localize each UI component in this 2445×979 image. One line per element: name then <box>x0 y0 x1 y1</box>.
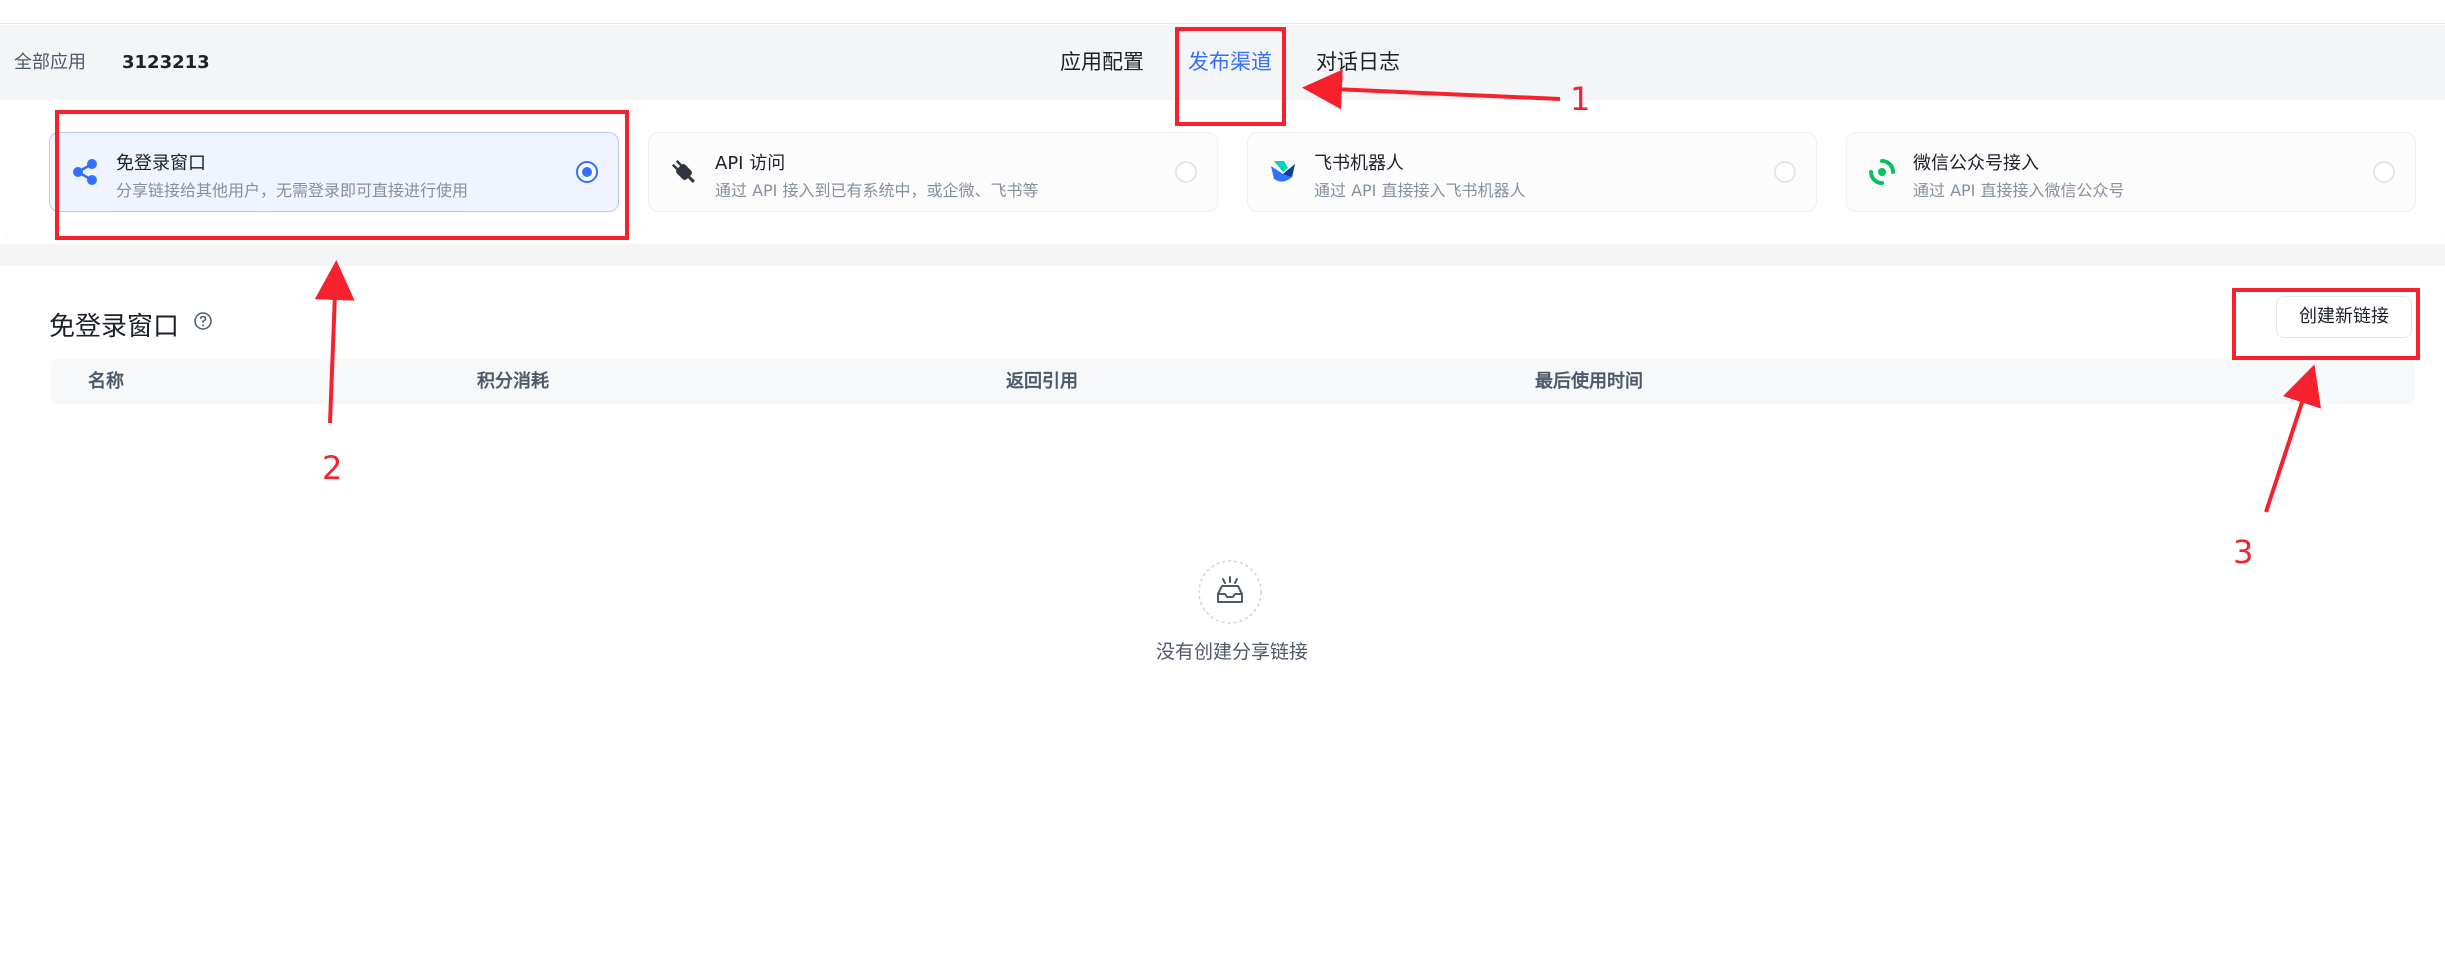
tab-chat-logs[interactable]: 对话日志 <box>1316 25 1400 100</box>
annotation-number-2: 2 <box>322 449 343 487</box>
channel-radio[interactable] <box>2373 161 2395 183</box>
channel-desc: 通过 API 接入到已有系统中，或企微、飞书等 <box>715 181 1039 200</box>
column-header-citations: 返回引用 <box>1006 371 1078 392</box>
channel-desc: 通过 API 直接接入飞书机器人 <box>1314 181 1526 200</box>
channel-title: 微信公众号接入 <box>1913 153 2039 174</box>
section-gap <box>0 244 2445 266</box>
top-strip <box>0 0 2445 24</box>
section-title: 免登录窗口 <box>49 312 180 342</box>
empty-state-text: 没有创建分享链接 <box>1155 641 1308 663</box>
empty-inbox-icon <box>1197 559 1263 625</box>
column-header-last-used: 最后使用时间 <box>1535 371 1643 392</box>
feishu-icon <box>1266 155 1300 189</box>
column-header-credits: 积分消耗 <box>477 371 549 392</box>
share-link-panel: 免登录窗口 创建新链接 名称 积分消耗 返回引用 最后使用时间 没有创建分享链接 <box>7 266 2445 979</box>
app-header: 全部应用 3123213 应用配置 发布渠道 对话日志 <box>0 25 2445 100</box>
help-icon[interactable] <box>193 311 213 331</box>
channel-card-feishu[interactable]: 飞书机器人 通过 API 直接接入飞书机器人 <box>1247 132 1817 212</box>
channel-card-no-login[interactable]: 免登录窗口 分享链接给其他用户，无需登录即可直接进行使用 <box>49 132 619 212</box>
channel-card-api[interactable]: API 访问 通过 API 接入到已有系统中，或企微、飞书等 <box>648 132 1218 212</box>
channel-title: 免登录窗口 <box>116 153 206 174</box>
share-icon <box>68 155 102 189</box>
channel-radio[interactable] <box>576 161 598 183</box>
breadcrumb-all-apps[interactable]: 全部应用 <box>14 25 86 100</box>
channel-radio[interactable] <box>1774 161 1796 183</box>
breadcrumb-app-name: 3123213 <box>122 52 210 73</box>
wechat-icon <box>1865 155 1899 189</box>
tab-publish-channel[interactable]: 发布渠道 <box>1188 25 1272 100</box>
channel-radio[interactable] <box>1175 161 1197 183</box>
create-link-button[interactable]: 创建新链接 <box>2276 296 2412 338</box>
table-header: 名称 积分消耗 返回引用 最后使用时间 <box>51 359 2415 404</box>
channel-card-wechat[interactable]: 微信公众号接入 通过 API 直接接入微信公众号 <box>1846 132 2416 212</box>
channel-desc: 通过 API 直接接入微信公众号 <box>1913 181 2125 200</box>
channel-selector: 免登录窗口 分享链接给其他用户，无需登录即可直接进行使用 API 访问 通过 A… <box>7 100 2445 244</box>
channel-title: API 访问 <box>715 153 786 174</box>
annotation-number-3: 3 <box>2233 533 2254 571</box>
plug-icon <box>667 155 701 189</box>
column-header-name: 名称 <box>88 371 124 392</box>
channel-title: 飞书机器人 <box>1314 153 1404 174</box>
tab-app-config[interactable]: 应用配置 <box>1060 25 1144 100</box>
annotation-number-1: 1 <box>1570 80 1591 118</box>
channel-desc: 分享链接给其他用户，无需登录即可直接进行使用 <box>116 181 469 200</box>
